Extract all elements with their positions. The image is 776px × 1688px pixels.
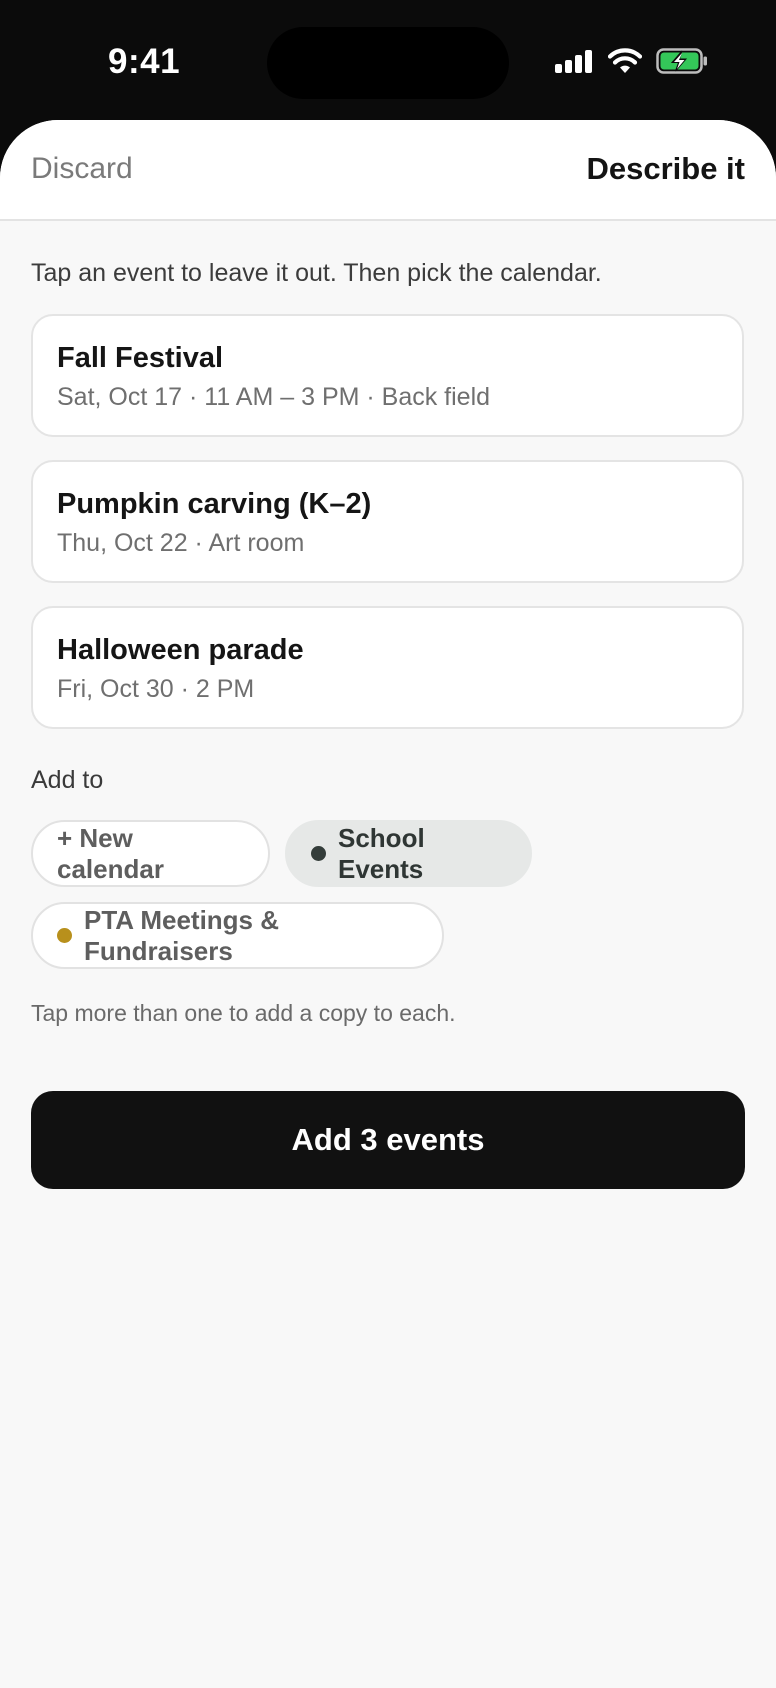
chip-label: + New calendar [57, 822, 164, 884]
chip-label: School Events [338, 822, 425, 884]
calendar-color-dot-icon [311, 846, 326, 861]
event-title: Pumpkin carving (K–2) [57, 488, 372, 520]
discard-button[interactable]: Discard [31, 152, 133, 186]
cellular-signal-icon [554, 49, 594, 78]
instruction-text: Tap an event to leave it out. Then pick … [31, 259, 602, 287]
status-bar: 9:41 [0, 0, 776, 120]
add-to-label: Add to [31, 766, 104, 794]
event-card[interactable]: Halloween parade Fri, Oct 30 · 2 PM [31, 606, 744, 729]
status-icons [554, 46, 708, 80]
status-time: 9:41 [108, 42, 181, 81]
battery-charging-icon [656, 47, 708, 79]
event-card[interactable]: Fall Festival Sat, Oct 17 · 11 AM – 3 PM… [31, 314, 744, 437]
school-events-chip[interactable]: School Events [285, 820, 532, 887]
import-events-sheet: Discard Describe it Tap an event to leav… [0, 120, 776, 1688]
event-title: Halloween parade [57, 634, 304, 666]
multi-select-hint: Tap more than one to add a copy to each. [31, 1000, 456, 1026]
event-card[interactable]: Pumpkin carving (K–2) Thu, Oct 22 · Art … [31, 460, 744, 583]
chip-label: PTA Meetings & Fundraisers [84, 904, 280, 966]
pta-meetings-chip[interactable]: PTA Meetings & Fundraisers [31, 902, 444, 969]
new-calendar-chip[interactable]: + New calendar [31, 820, 270, 887]
describe-it-button[interactable]: Describe it [586, 151, 745, 187]
wifi-icon [607, 47, 643, 79]
event-detail: Thu, Oct 22 · Art room [57, 529, 305, 557]
event-detail: Fri, Oct 30 · 2 PM [57, 675, 255, 703]
add-events-button[interactable]: Add 3 events [31, 1091, 745, 1189]
event-title: Fall Festival [57, 342, 224, 374]
event-detail: Sat, Oct 17 · 11 AM – 3 PM · Back field [57, 383, 491, 411]
calendar-color-dot-icon [57, 928, 72, 943]
dynamic-island [267, 27, 509, 99]
sheet-header: Discard Describe it [0, 120, 776, 221]
